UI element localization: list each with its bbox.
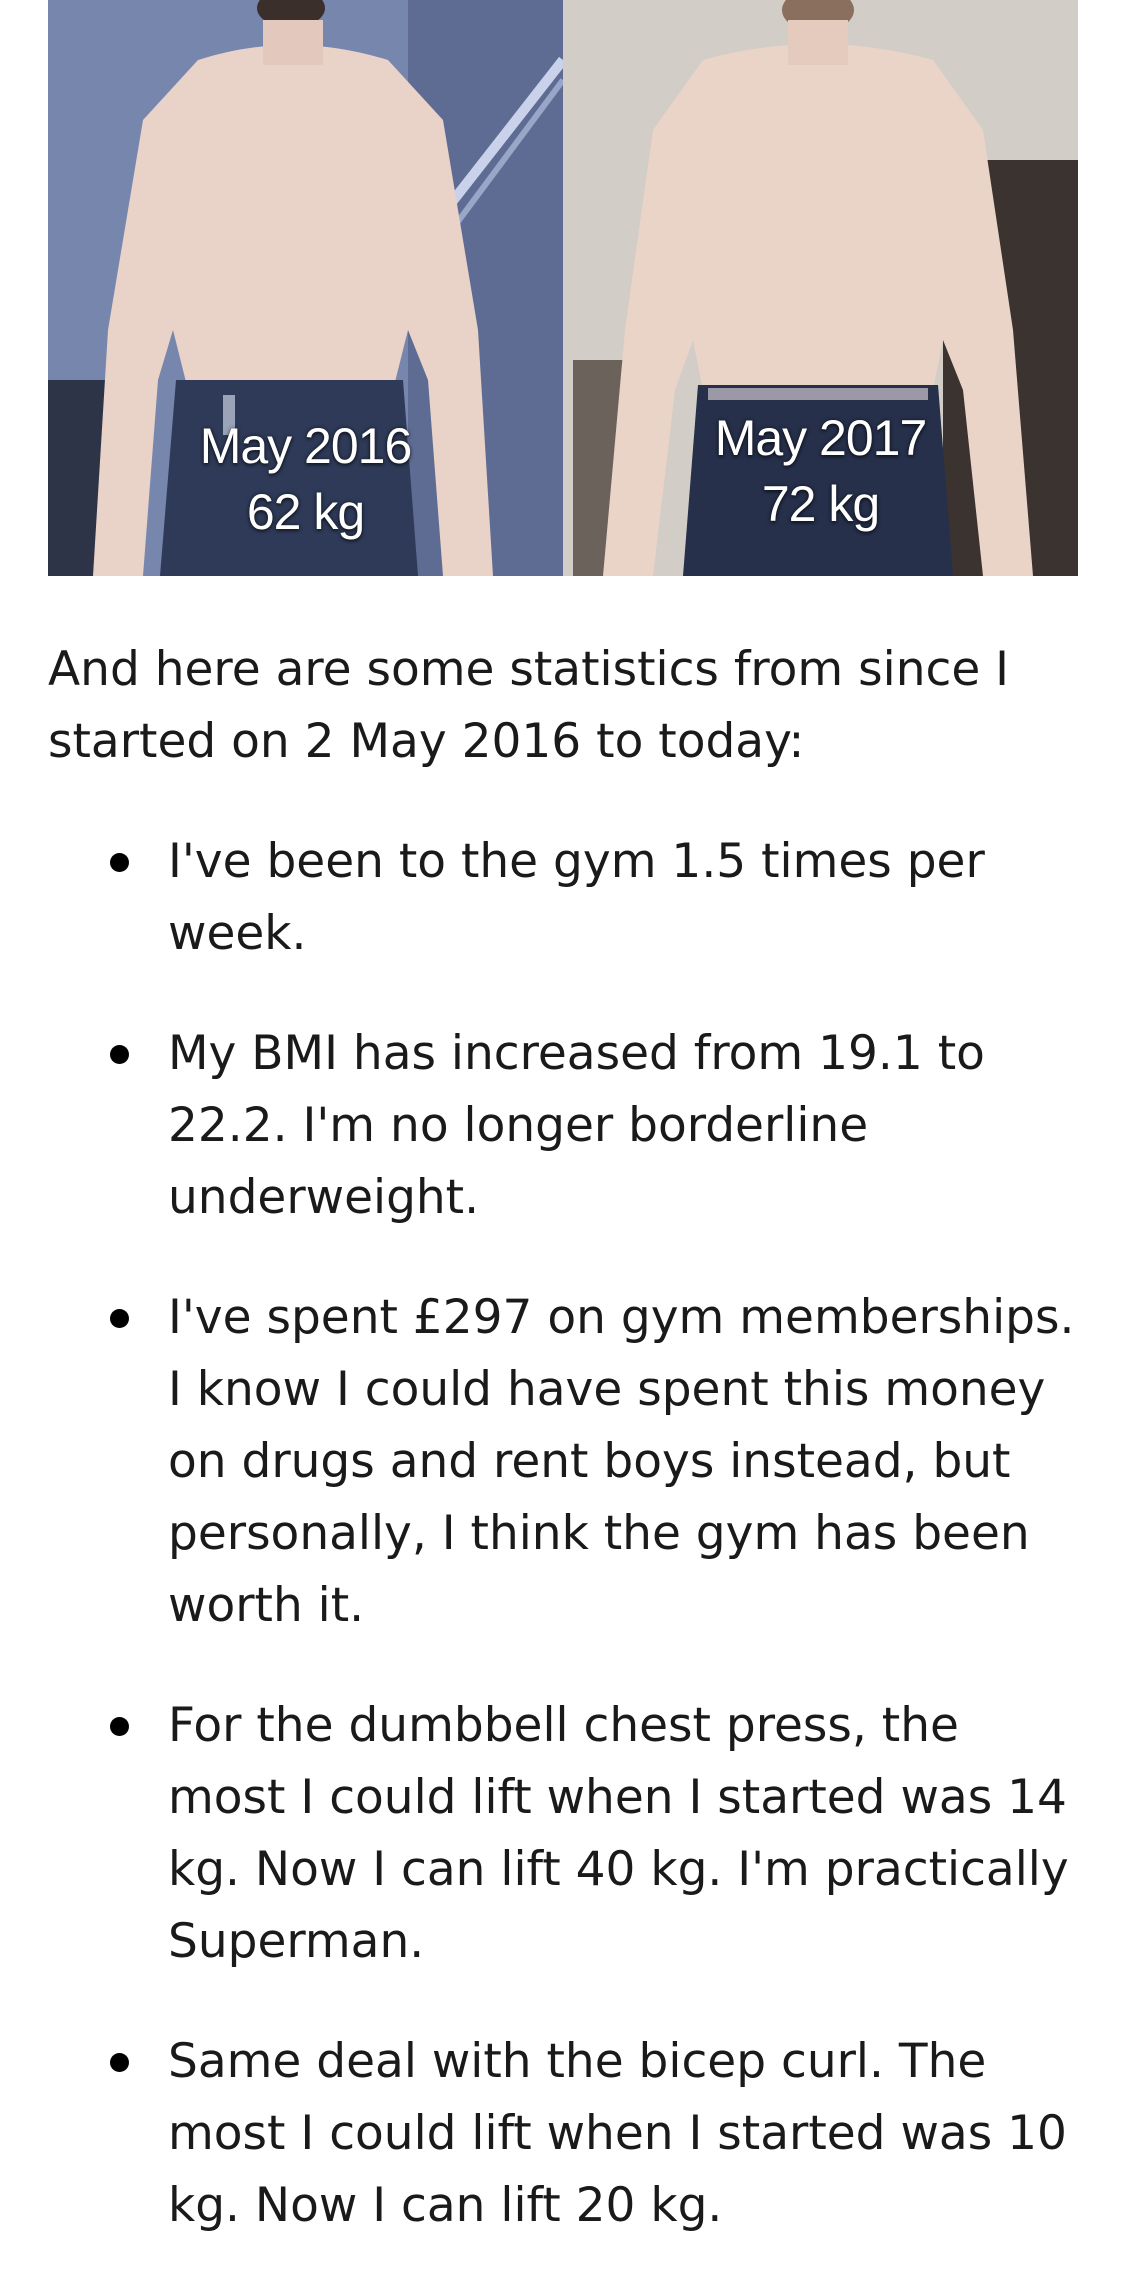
statistics-list: I've been to the gym 1.5 times per week.… (48, 826, 1078, 2242)
article-content: May 2016 62 kg May 2017 72 kg And here a… (48, 0, 1078, 2290)
bullet-icon (110, 2053, 129, 2072)
list-item: I've spent £297 on gym memberships. I kn… (48, 1282, 1078, 1642)
list-item-text: I've spent £297 on gym memberships. I kn… (168, 1290, 1075, 1633)
after-weight: 72 kg (761, 476, 880, 532)
list-item-text: For the dumbbell chest press, the most I… (168, 1698, 1069, 1969)
list-item: I've been to the gym 1.5 times per week. (48, 826, 1078, 970)
before-date: May 2016 (199, 418, 413, 474)
list-item: For the dumbbell chest press, the most I… (48, 1690, 1078, 1978)
list-item-text: My BMI has increased from 19.1 to 22.2. … (168, 1026, 985, 1225)
bullet-icon (110, 853, 129, 872)
list-item-text: I've been to the gym 1.5 times per week. (168, 834, 985, 961)
list-item-text: Same deal with the bicep curl. The most … (168, 2034, 1067, 2233)
list-item: My BMI has increased from 19.1 to 22.2. … (48, 1018, 1078, 1234)
intro-paragraph: And here are some statistics from since … (48, 642, 1010, 769)
before-weight: 62 kg (246, 484, 365, 540)
after-caption: May 2017 72 kg (563, 405, 1078, 537)
before-after-photo: May 2016 62 kg May 2017 72 kg (48, 0, 1078, 576)
bullet-icon (110, 1717, 129, 1736)
after-date: May 2017 (714, 410, 928, 466)
list-item: Same deal with the bicep curl. The most … (48, 2026, 1078, 2242)
bullet-icon (110, 1045, 129, 1064)
bullet-icon (110, 1309, 129, 1328)
before-caption: May 2016 62 kg (48, 413, 563, 545)
before-photo: May 2016 62 kg (48, 0, 563, 576)
after-photo: May 2017 72 kg (563, 0, 1078, 576)
